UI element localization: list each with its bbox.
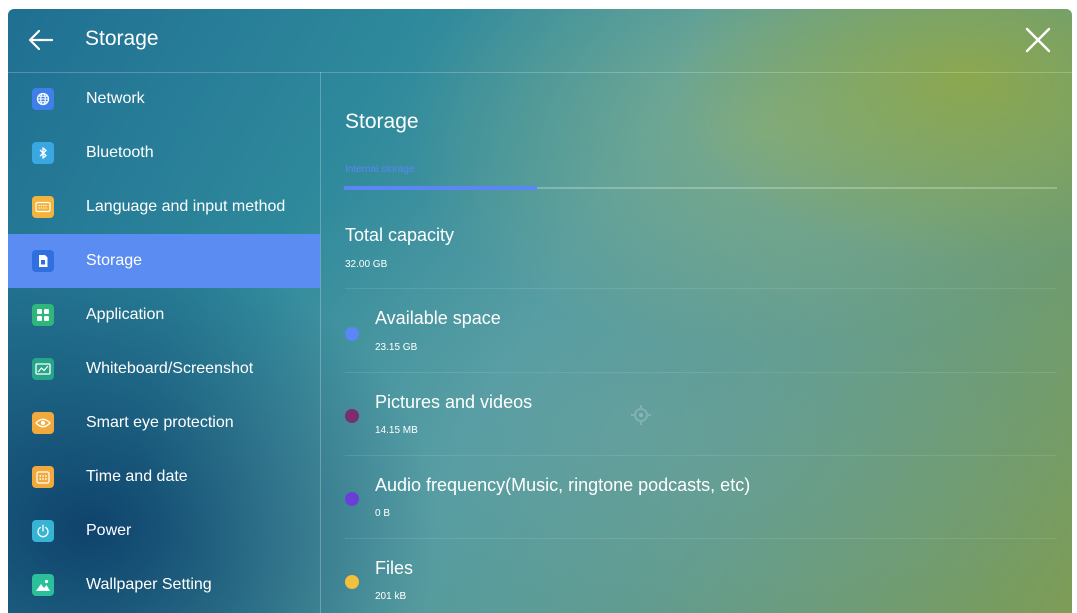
sidebar-item-label: Time and date — [86, 468, 188, 485]
sidebar-item-label: Language and input method — [86, 198, 286, 215]
sidebar-item-label: Wallpaper Setting — [86, 576, 212, 593]
sidebar-item-time-date[interactable]: Time and date — [8, 450, 320, 504]
available-space-value: 23.15 GB — [375, 342, 418, 353]
divider — [345, 538, 1057, 539]
sidebar-item-storage[interactable]: Storage — [8, 234, 320, 288]
storage-icon — [32, 250, 54, 272]
tab-internal-storage[interactable]: Internal storage — [345, 164, 415, 175]
audio-dot — [345, 492, 359, 506]
sidebar-item-label: Network — [86, 90, 145, 107]
image-icon — [32, 574, 54, 596]
close-button[interactable] — [1024, 26, 1052, 54]
sidebar-item-application[interactable]: Application — [8, 288, 320, 342]
whiteboard-icon — [32, 358, 54, 380]
divider — [345, 372, 1057, 373]
sidebar-item-power[interactable]: Power — [8, 504, 320, 558]
sidebar-item-label: Application — [86, 306, 165, 323]
total-capacity-label: Total capacity — [345, 225, 455, 245]
back-button[interactable] — [26, 25, 56, 55]
storage-panel: Storage Internal storage Total capacity … — [321, 72, 1072, 613]
files-value: 201 kB — [375, 591, 407, 602]
sidebar-item-language[interactable]: Language and input method — [8, 180, 320, 234]
available-space-dot — [345, 327, 359, 341]
sidebar-item-label: Bluetooth — [86, 144, 154, 161]
cursor-gear-icon — [629, 403, 653, 427]
settings-window: Storage Network Bluetooth Language and i… — [8, 9, 1072, 613]
section-title: Storage — [345, 110, 419, 133]
sidebar-item-whiteboard[interactable]: Whiteboard/Screenshot — [8, 342, 320, 396]
page-title: Storage — [85, 27, 159, 50]
available-space-label: Available space — [375, 308, 501, 328]
total-capacity-value: 32.00 GB — [345, 259, 388, 270]
apps-grid-icon — [32, 304, 54, 326]
files-dot — [345, 575, 359, 589]
eye-icon — [32, 412, 54, 434]
divider — [345, 288, 1057, 289]
globe-icon — [32, 88, 54, 110]
sidebar-item-bluetooth[interactable]: Bluetooth — [8, 126, 320, 180]
power-icon — [32, 520, 54, 542]
sidebar-item-network[interactable]: Network — [8, 72, 320, 126]
calendar-icon — [32, 466, 54, 488]
pictures-videos-dot — [345, 409, 359, 423]
pictures-videos-value: 14.15 MB — [375, 425, 418, 436]
pictures-videos-label: Pictures and videos — [375, 392, 533, 412]
audio-value: 0 B — [375, 508, 391, 519]
tab-indicator — [344, 186, 537, 190]
sidebar-item-label: Power — [86, 522, 132, 539]
divider — [345, 455, 1057, 456]
files-label: Files — [375, 558, 414, 578]
sidebar-item-label: Storage — [86, 252, 143, 269]
close-icon — [1025, 27, 1051, 53]
arrow-left-icon — [28, 29, 54, 51]
sidebar-item-label: Smart eye protection — [86, 414, 234, 431]
sidebar-item-eye-protection[interactable]: Smart eye protection — [8, 396, 320, 450]
top-bar: Storage — [8, 9, 1072, 73]
sidebar-item-label: Whiteboard/Screenshot — [86, 360, 254, 377]
audio-label: Audio frequency(Music, ringtone podcasts… — [375, 475, 751, 495]
bluetooth-icon — [32, 142, 54, 164]
settings-sidebar: Network Bluetooth Language and input met… — [8, 72, 321, 613]
sidebar-item-wallpaper[interactable]: Wallpaper Setting — [8, 558, 320, 612]
keyboard-icon — [32, 196, 54, 218]
